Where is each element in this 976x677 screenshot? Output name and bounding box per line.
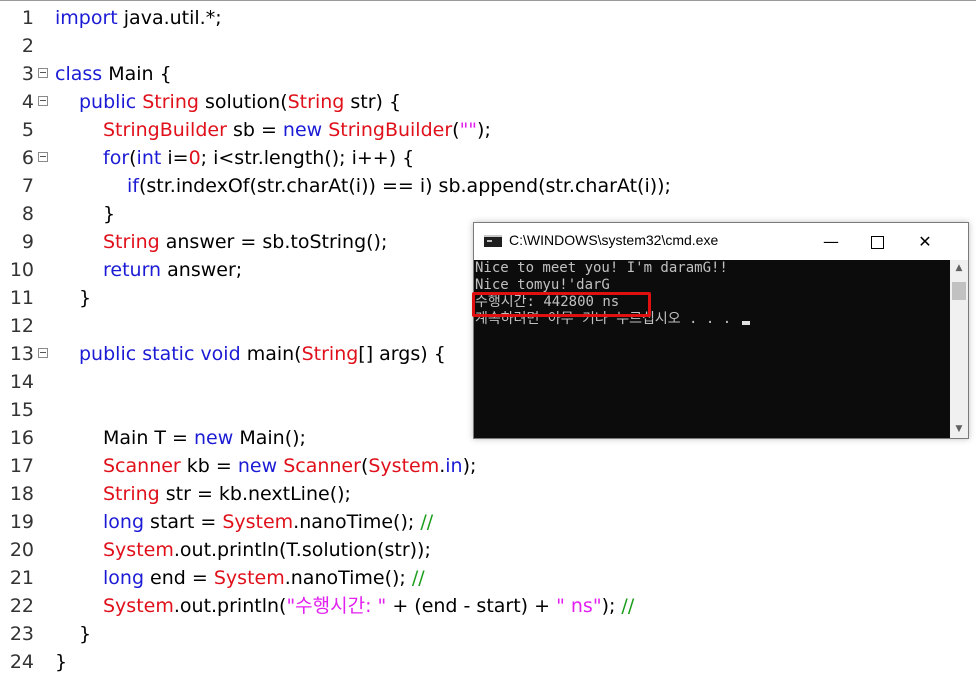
vertical-scrollbar[interactable]: ▲ ▼ — [950, 260, 968, 438]
code-text: Scanner kb = new Scanner(System.in); — [103, 455, 477, 477]
text-cursor — [741, 321, 750, 325]
line-number: 2 — [21, 35, 34, 57]
code-text: public String solution(String str) { — [79, 91, 402, 113]
collapse-toggle-icon[interactable] — [38, 348, 48, 358]
maximize-icon — [870, 236, 884, 249]
line-number: 24 — [9, 651, 34, 673]
code-line[interactable]: 17 Scanner kb = new Scanner(System.in); — [0, 452, 976, 480]
scroll-thumb[interactable] — [952, 282, 966, 300]
code-line[interactable]: 6 for(int i=0; i<str.length(); i++) { — [0, 144, 976, 172]
code-line[interactable]: 20 System.out.println(T.solution(str)); — [0, 536, 976, 564]
highlight-box — [472, 292, 651, 317]
code-text: import java.util.*; — [55, 7, 222, 29]
code-line[interactable]: 3 class Main { — [0, 60, 976, 88]
code-text: long end = System.nanoTime(); // — [103, 567, 425, 589]
code-text: class Main { — [55, 63, 172, 85]
scroll-down-arrow-icon[interactable]: ▼ — [950, 421, 968, 438]
code-text: StringBuilder sb = new StringBuilder("")… — [103, 119, 491, 141]
code-line[interactable]: 5 StringBuilder sb = new StringBuilder(""… — [0, 116, 976, 144]
line-number: 7 — [21, 175, 34, 197]
collapse-toggle-icon[interactable] — [38, 96, 48, 106]
code-line[interactable]: 23} — [0, 620, 976, 648]
console-line: Nice to meet you! I'm daramG!! — [475, 260, 728, 276]
scroll-up-arrow-icon[interactable]: ▲ — [950, 260, 968, 277]
cmd-app-icon — [484, 235, 502, 247]
close-button[interactable]: ✕ — [902, 223, 948, 260]
line-number: 17 — [9, 455, 34, 477]
line-number: 19 — [9, 511, 34, 533]
line-number: 13 — [9, 343, 34, 365]
minimize-button[interactable]: — — [808, 223, 854, 260]
line-number: 23 — [9, 623, 34, 645]
cmd-titlebar[interactable]: C:\WINDOWS\system32\cmd.exe — ✕ — [474, 223, 968, 260]
code-text: public static void main(String[] args) { — [79, 343, 446, 365]
line-number: 3 — [21, 63, 34, 85]
line-number: 11 — [9, 287, 34, 309]
line-number: 10 — [9, 259, 34, 281]
code-text: } — [79, 287, 92, 309]
code-text: System.out.println(T.solution(str)); — [103, 539, 431, 561]
code-text: System.out.println("수행시간: " + (end - sta… — [103, 595, 635, 617]
code-text: } — [79, 623, 92, 645]
line-number: 16 — [9, 427, 34, 449]
line-number: 5 — [21, 119, 34, 141]
line-number: 1 — [21, 7, 34, 29]
collapse-toggle-icon[interactable] — [38, 68, 48, 78]
code-line[interactable]: 18 String str = kb.nextLine(); — [0, 480, 976, 508]
line-number: 8 — [21, 203, 34, 225]
code-line[interactable]: 1 import java.util.*; — [0, 4, 976, 32]
code-line[interactable]: 7 if(str.indexOf(str.charAt(i)) == i) sb.… — [0, 172, 976, 200]
code-text: } — [103, 203, 116, 225]
cmd-title: C:\WINDOWS\system32\cmd.exe — [509, 232, 719, 248]
code-text: if(str.indexOf(str.charAt(i)) == i) sb.a… — [127, 175, 671, 197]
console-output[interactable]: Nice to meet you! I'm daramG!! Nice tomy… — [474, 260, 950, 438]
code-line[interactable]: 2 — [0, 32, 976, 60]
line-number: 6 — [21, 147, 34, 169]
collapse-toggle-icon[interactable] — [38, 152, 48, 162]
line-number: 14 — [9, 371, 34, 393]
code-text: for(int i=0; i<str.length(); i++) { — [103, 147, 415, 169]
line-number: 21 — [9, 567, 34, 589]
code-text: String str = kb.nextLine(); — [103, 483, 351, 505]
code-text: Main T = new Main(); — [103, 427, 306, 449]
code-line[interactable]: 22 System.out.println("수행시간: " + (end - s… — [0, 592, 976, 620]
line-number: 22 — [9, 595, 34, 617]
line-number: 15 — [9, 399, 34, 421]
code-text: } — [55, 651, 68, 673]
code-line[interactable]: 21 long end = System.nanoTime(); // — [0, 564, 976, 592]
maximize-button[interactable] — [854, 223, 900, 260]
cmd-window[interactable]: C:\WINDOWS\system32\cmd.exe — ✕ Nice to … — [473, 222, 969, 439]
top-border — [0, 0, 976, 1]
line-number: 12 — [9, 315, 34, 337]
code-line[interactable]: 19 long start = System.nanoTime(); // — [0, 508, 976, 536]
code-text: return answer; — [103, 259, 243, 281]
line-number: 4 — [21, 91, 34, 113]
line-number: 9 — [21, 231, 34, 253]
line-number: 18 — [9, 483, 34, 505]
line-number: 20 — [9, 539, 34, 561]
code-line[interactable]: 24} — [0, 648, 976, 676]
code-text: long start = System.nanoTime(); // — [103, 511, 434, 533]
code-line[interactable]: 4 public String solution(String str) { — [0, 88, 976, 116]
code-text: String answer = sb.toString(); — [103, 231, 388, 253]
